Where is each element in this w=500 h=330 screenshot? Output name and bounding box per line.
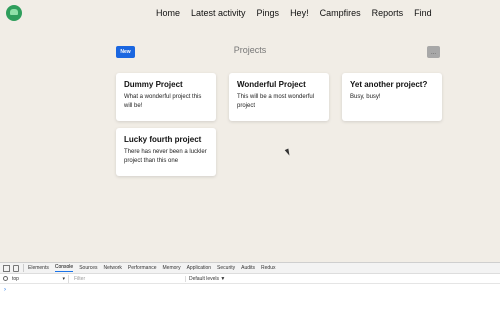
main-nav: Home Latest activity Pings Hey! Campfire… [156, 8, 432, 18]
nav-latest-activity[interactable]: Latest activity [191, 8, 246, 18]
nav-pings[interactable]: Pings [257, 8, 280, 18]
app-window: Home Latest activity Pings Hey! Campfire… [0, 0, 500, 262]
page-title: Projects [233, 45, 267, 55]
device-toolbar-icon[interactable] [13, 264, 19, 272]
project-card[interactable]: Dummy Project What a wonderful project t… [116, 73, 216, 121]
devtools-tab-security[interactable]: Security [217, 265, 235, 271]
nav-campfires[interactable]: Campfires [320, 8, 361, 18]
divider [23, 264, 24, 272]
mouse-cursor-icon [284, 148, 292, 157]
console-prompt[interactable]: › [0, 284, 500, 296]
console-toolbar: top ▾ Filter Default levels ▼ [0, 274, 500, 284]
clear-console-icon[interactable] [3, 276, 8, 281]
devtools-tab-audits[interactable]: Audits [241, 265, 255, 271]
nav-home[interactable]: Home [156, 8, 180, 18]
devtools-tab-console[interactable]: Console [54, 264, 74, 272]
project-card[interactable]: Lucky fourth project There has never bee… [116, 128, 216, 176]
project-name: Yet another project? [350, 80, 428, 89]
project-name: Lucky fourth project [124, 135, 202, 144]
devtools-tab-sources[interactable]: Sources [79, 265, 97, 271]
more-options-button[interactable]: ... [427, 46, 440, 58]
devtools-panel: Elements Console Sources Network Perform… [0, 262, 500, 330]
nav-reports[interactable]: Reports [372, 8, 404, 18]
inspect-element-icon[interactable] [3, 264, 10, 272]
project-name: Dummy Project [124, 80, 183, 89]
chevron-down-icon: ▾ [62, 275, 65, 282]
devtools-tab-application[interactable]: Application [187, 265, 211, 271]
nav-find[interactable]: Find [414, 8, 432, 18]
devtools-tab-redux[interactable]: Redux [261, 265, 275, 271]
console-filter-input[interactable]: Filter [74, 275, 186, 282]
project-description: This will be a most wonderful project [237, 94, 315, 109]
devtools-tab-memory[interactable]: Memory [163, 265, 181, 271]
devtools-tab-elements[interactable]: Elements [28, 265, 49, 271]
top-navbar: Home Latest activity Pings Hey! Campfire… [0, 0, 500, 27]
context-select[interactable]: top ▾ [12, 274, 69, 283]
log-levels-select[interactable]: Default levels ▼ [189, 276, 225, 282]
project-description: There has never been a luckler project t… [124, 149, 207, 164]
devtools-tab-performance[interactable]: Performance [128, 265, 157, 271]
devtools-tabbar: Elements Console Sources Network Perform… [0, 263, 500, 274]
app-logo[interactable] [6, 5, 22, 21]
project-description: Busy, busy! [350, 94, 381, 100]
nav-hey[interactable]: Hey! [290, 8, 309, 18]
project-name: Wonderful Project [237, 80, 306, 89]
devtools-tab-network[interactable]: Network [104, 265, 122, 271]
project-card[interactable]: Wonderful Project This will be a most wo… [229, 73, 329, 121]
project-description: What a wonderful project this will be! [124, 94, 202, 109]
project-card[interactable]: Yet another project? Busy, busy! [342, 73, 442, 121]
context-value: top [12, 275, 19, 282]
